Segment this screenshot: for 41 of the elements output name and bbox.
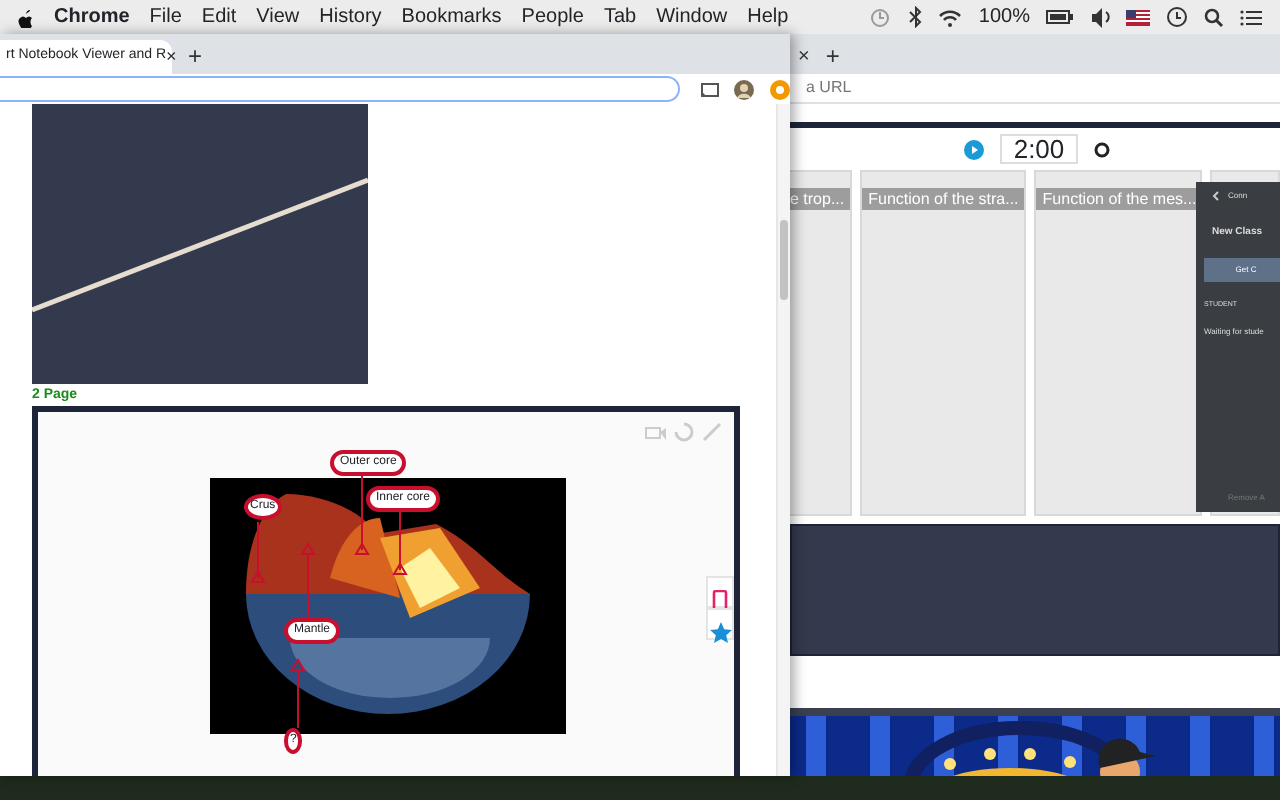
wifi-icon[interactable] [938,7,963,27]
volume-icon[interactable] [1090,6,1110,28]
new-tab-button[interactable]: + [825,44,840,68]
search-icon[interactable] [1204,7,1224,27]
tab-close-button[interactable]: × [798,48,810,68]
leader-line [392,509,408,575]
new-tab-button[interactable]: + [188,44,203,68]
leader-line [290,658,306,729]
menu-item[interactable]: Tab [603,2,637,32]
menu-item[interactable]: Edit [201,2,237,32]
column-title: e trop... [790,188,851,210]
avatar-icon[interactable] [734,79,754,99]
scrollbar[interactable] [776,104,790,776]
menu-item[interactable]: People [521,2,584,32]
star-button[interactable] [706,608,734,640]
phone-button[interactable] [706,576,734,608]
column-title: Function of the stra... [862,188,1025,210]
app-menu[interactable]: Chrome [54,2,130,32]
star-icon [709,622,731,645]
leader-line [300,542,316,619]
leader-line [250,521,266,583]
cast-icon[interactable] [700,79,720,99]
menu-item[interactable]: File [149,2,182,32]
timer-display: 2:00 [999,134,1079,164]
battery-icon[interactable] [1046,8,1074,26]
leader-line [354,473,370,555]
menu-item[interactable]: Bookmarks [401,2,502,32]
play-icon[interactable] [963,139,984,159]
menu-icon[interactable] [1240,7,1264,27]
reset-icon[interactable] [1094,141,1111,157]
apple-icon[interactable] [16,7,34,27]
menu-item[interactable]: History [319,2,382,32]
battery-percentage: 100% [978,4,1030,32]
bluetooth-icon[interactable] [906,6,923,28]
flag-icon[interactable] [1126,9,1150,25]
tab-close-button[interactable]: × [166,48,177,66]
menu-item[interactable]: Help [747,2,789,32]
menu-item[interactable]: Window [656,2,728,32]
back-icon[interactable] [1212,190,1220,202]
menu-item[interactable]: View [256,2,300,32]
clock-icon[interactable] [1166,6,1188,28]
